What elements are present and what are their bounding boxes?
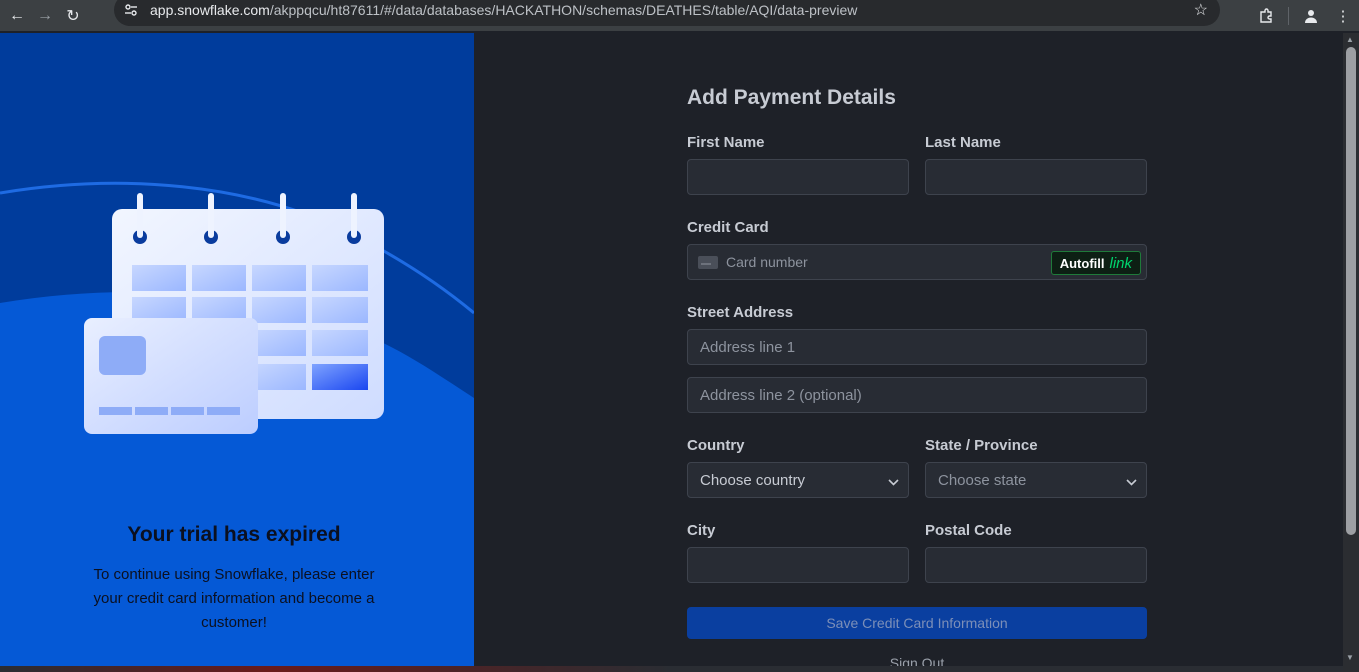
trial-expired-panel: Your trial has expired To continue using… xyxy=(0,33,474,672)
scrollbar-thumb[interactable] xyxy=(1346,47,1356,535)
page-scrollbar[interactable]: ▲ ▼ xyxy=(1343,33,1359,672)
menu-kebab-icon[interactable]: ⋮ xyxy=(1327,5,1359,27)
autofill-link-button[interactable]: Autofill link xyxy=(1050,251,1141,275)
url-path: /akppqcu/ht87611/#/data/databases/HACKAT… xyxy=(269,2,858,18)
scroll-up-arrow-icon[interactable]: ▲ xyxy=(1346,35,1354,44)
state-select[interactable]: Choose state xyxy=(925,462,1147,498)
address-line-1-input[interactable]: Address line 1 xyxy=(687,329,1147,365)
country-select[interactable]: Choose country xyxy=(687,462,909,498)
site-info-icon[interactable] xyxy=(122,1,140,19)
city-label: City xyxy=(687,522,716,539)
reload-icon[interactable]: ↻ xyxy=(62,5,84,27)
url-text: app.snowflake.com/akppqcu/ht87611/#/data… xyxy=(150,2,857,18)
toolbar-divider xyxy=(1288,6,1289,25)
first-name-input[interactable] xyxy=(687,159,909,195)
save-credit-card-button[interactable]: Save Credit Card Information xyxy=(687,607,1147,639)
postal-code-input[interactable] xyxy=(925,547,1147,583)
state-select-value: Choose state xyxy=(938,471,1027,489)
card-number-input[interactable]: Card number Autofill link xyxy=(687,244,1147,280)
credit-card-label: Credit Card xyxy=(687,219,769,236)
scroll-down-arrow-icon[interactable]: ▼ xyxy=(1346,653,1354,662)
link-logo: link xyxy=(1109,254,1132,272)
address-line-2-placeholder: Address line 2 (optional) xyxy=(700,386,862,404)
payment-form-panel: Add Payment Details First Name Last Name… xyxy=(474,33,1343,672)
profile-icon[interactable] xyxy=(1295,5,1327,27)
city-input[interactable] xyxy=(687,547,909,583)
page-title: Add Payment Details xyxy=(687,86,896,109)
back-icon[interactable]: ← xyxy=(6,5,28,27)
address-bar[interactable]: app.snowflake.com/akppqcu/ht87611/#/data… xyxy=(114,0,1220,26)
url-host: app.snowflake.com xyxy=(150,2,270,18)
state-province-label: State / Province xyxy=(925,437,1038,454)
country-label: Country xyxy=(687,437,745,454)
address-line-2-input[interactable]: Address line 2 (optional) xyxy=(687,377,1147,413)
postal-code-label: Postal Code xyxy=(925,522,1012,539)
card-number-placeholder: Card number xyxy=(726,254,808,270)
extensions-icon[interactable] xyxy=(1250,5,1282,27)
trial-expired-message: To continue using Snowflake, please ente… xyxy=(93,566,375,631)
street-address-label: Street Address xyxy=(687,304,794,321)
bookmark-star-icon[interactable]: ☆ xyxy=(1194,0,1208,20)
autofill-label: Autofill xyxy=(1059,255,1105,271)
country-select-value: Choose country xyxy=(700,471,806,489)
trial-expired-title: Your trial has expired xyxy=(127,523,341,546)
credit-card-icon xyxy=(698,255,718,269)
chevron-down-icon xyxy=(888,475,899,486)
browser-toolbar: ← → ↻ app.snowflake.com/akppqcu/ht87611/… xyxy=(0,0,1359,31)
first-name-label: First Name xyxy=(687,134,765,151)
last-name-label: Last Name xyxy=(925,134,1001,151)
chevron-down-icon xyxy=(1126,475,1137,486)
bottom-edge-strip xyxy=(0,666,1343,672)
last-name-input[interactable] xyxy=(925,159,1147,195)
address-line-1-placeholder: Address line 1 xyxy=(700,338,796,356)
forward-icon[interactable]: → xyxy=(34,5,56,27)
